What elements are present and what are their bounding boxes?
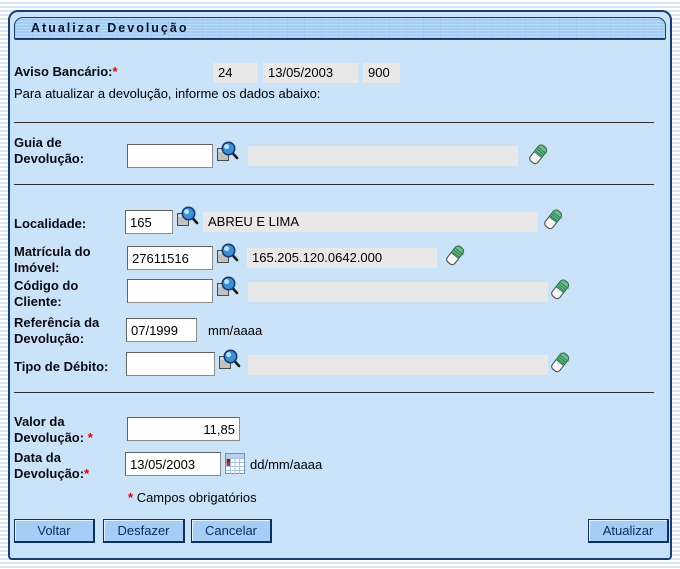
separator-line xyxy=(14,184,654,185)
eraser-icon xyxy=(445,244,466,268)
guia-lookup-button[interactable] xyxy=(216,140,239,163)
magnifier-icon xyxy=(176,205,199,228)
matricula-imovel-input[interactable] xyxy=(127,246,213,270)
localidade-label: Localidade: xyxy=(14,216,86,232)
page-background: { "colors": { "panel_bg": "#cbe3f9", "ti… xyxy=(0,0,680,569)
aviso-number-field: 24 xyxy=(213,63,258,83)
date-picker-button[interactable] xyxy=(225,453,245,474)
magnifier-icon xyxy=(218,348,241,371)
tipo-description-field xyxy=(248,355,548,375)
eraser-icon xyxy=(550,278,571,302)
separator-line xyxy=(14,122,654,123)
eraser-icon xyxy=(550,351,571,375)
required-asterisk: * xyxy=(128,490,133,505)
aviso-date-field: 13/05/2003 xyxy=(263,63,358,83)
localidade-lookup-button[interactable] xyxy=(176,205,199,228)
referencia-devolucao-label: Referência daDevolução: xyxy=(14,315,99,347)
atualizar-button[interactable]: Atualizar xyxy=(588,519,669,543)
valor-devolucao-label: Valor daDevolução: * xyxy=(14,414,93,446)
codigo-cliente-input[interactable] xyxy=(127,279,213,303)
tipo-clear-button[interactable] xyxy=(550,351,571,375)
page-title: Atualizar Devolução xyxy=(14,17,666,40)
matricula-description-field: 165.205.120.0642.000 xyxy=(247,248,437,268)
referencia-devolucao-input[interactable] xyxy=(126,318,197,342)
voltar-button[interactable]: Voltar xyxy=(14,519,95,543)
tipo-debito-label: Tipo de Débito: xyxy=(14,359,108,375)
desfazer-button[interactable]: Desfazer xyxy=(103,519,185,543)
tipo-debito-input[interactable] xyxy=(126,352,215,376)
magnifier-icon xyxy=(216,242,239,265)
instruction-text: Para atualizar a devolução, informe os d… xyxy=(14,86,320,101)
matricula-lookup-button[interactable] xyxy=(216,242,239,265)
required-asterisk: * xyxy=(88,430,93,445)
data-devolucao-input[interactable] xyxy=(125,452,221,476)
codigo-clear-button[interactable] xyxy=(550,278,571,302)
matricula-clear-button[interactable] xyxy=(445,244,466,268)
localidade-clear-button[interactable] xyxy=(543,208,564,232)
calendar-icon xyxy=(225,453,245,474)
guia-description-field xyxy=(248,146,518,166)
magnifier-icon xyxy=(216,140,239,163)
magnifier-icon xyxy=(216,275,239,298)
data-devolucao-label: Data daDevolução:* xyxy=(14,450,89,482)
aviso-bancario-label: Aviso Bancário:* xyxy=(14,64,118,80)
required-fields-note: * Campos obrigatórios xyxy=(128,490,257,505)
guia-clear-button[interactable] xyxy=(528,143,549,167)
localidade-input[interactable] xyxy=(125,210,173,234)
referencia-format-hint: mm/aaaa xyxy=(208,323,262,338)
tipo-lookup-button[interactable] xyxy=(218,348,241,371)
codigo-lookup-button[interactable] xyxy=(216,275,239,298)
codigo-cliente-label: Código doCliente: xyxy=(14,278,78,310)
eraser-icon xyxy=(543,208,564,232)
separator-line xyxy=(14,392,654,393)
guia-devolucao-input[interactable] xyxy=(127,144,213,168)
valor-devolucao-input[interactable] xyxy=(127,417,240,441)
required-asterisk: * xyxy=(84,466,89,481)
guia-devolucao-label: Guia deDevolução: xyxy=(14,135,84,167)
atualizar-devolucao-panel: Atualizar Devolução Aviso Bancário:* 24 … xyxy=(8,10,672,560)
aviso-code-field: 900 xyxy=(363,63,400,83)
localidade-description-field: ABREU E LIMA xyxy=(203,212,538,232)
codigo-description-field xyxy=(248,282,548,302)
matricula-imovel-label: Matrícula doImóvel: xyxy=(14,244,91,276)
eraser-icon xyxy=(528,143,549,167)
data-format-hint: dd/mm/aaaa xyxy=(250,457,322,472)
required-asterisk: * xyxy=(113,64,118,79)
cancelar-button[interactable]: Cancelar xyxy=(191,519,272,543)
